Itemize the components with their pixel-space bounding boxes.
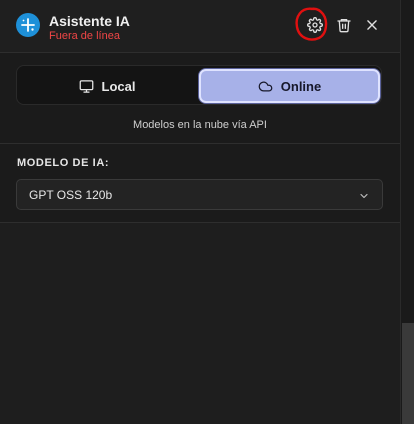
connection-status: Fuera de línea <box>49 30 120 42</box>
header-divider <box>0 52 400 53</box>
model-select-value: GPT OSS 120b <box>29 188 113 202</box>
mode-local-button[interactable]: Local <box>20 69 194 103</box>
panel-header: Asistente IA Fuera de línea <box>0 0 400 52</box>
cloud-icon <box>258 79 273 94</box>
chat-area <box>0 223 400 424</box>
monitor-icon <box>79 79 94 94</box>
close-button[interactable] <box>359 12 385 38</box>
model-label: MODELO DE IA: <box>17 157 110 169</box>
mode-online-button[interactable]: Online <box>199 69 380 103</box>
section-divider <box>0 143 400 144</box>
mode-hint: Modelos en la nube vía API <box>133 119 267 131</box>
mode-online-label: Online <box>280 78 322 94</box>
sparkle-plus-icon <box>16 13 40 37</box>
delete-button[interactable] <box>331 12 357 38</box>
settings-button[interactable] <box>302 12 328 38</box>
trash-icon <box>337 19 351 33</box>
mode-toggle: Local Online <box>16 65 382 105</box>
ai-assistant-panel: Asistente IA Fuera de línea Local Online… <box>0 0 414 424</box>
gear-icon <box>307 17 323 33</box>
scrollbar-thumb[interactable] <box>402 323 414 424</box>
mode-local-label: Local <box>101 78 136 94</box>
model-select[interactable]: GPT OSS 120b <box>16 179 383 210</box>
chevron-down-icon <box>358 189 370 207</box>
assistant-title: Asistente IA <box>49 13 130 29</box>
close-icon <box>367 20 377 30</box>
